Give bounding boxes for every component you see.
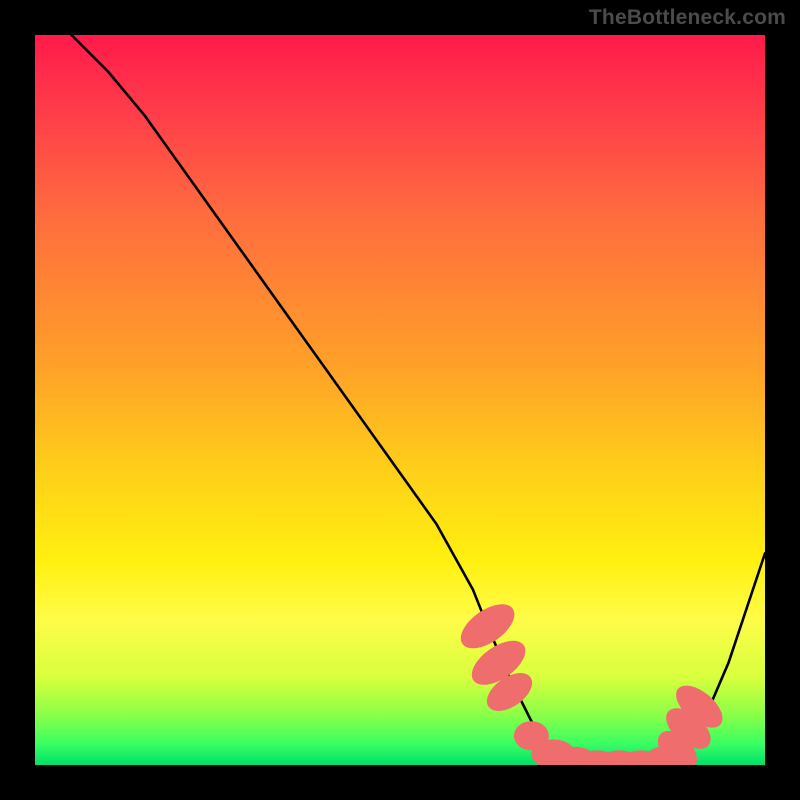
bottleneck-curve xyxy=(72,35,766,765)
chart-frame: TheBottleneck.com xyxy=(0,0,800,800)
watermark-text: TheBottleneck.com xyxy=(589,6,786,30)
gradient-plot-area xyxy=(35,35,765,765)
bottleneck-chart xyxy=(35,35,765,765)
